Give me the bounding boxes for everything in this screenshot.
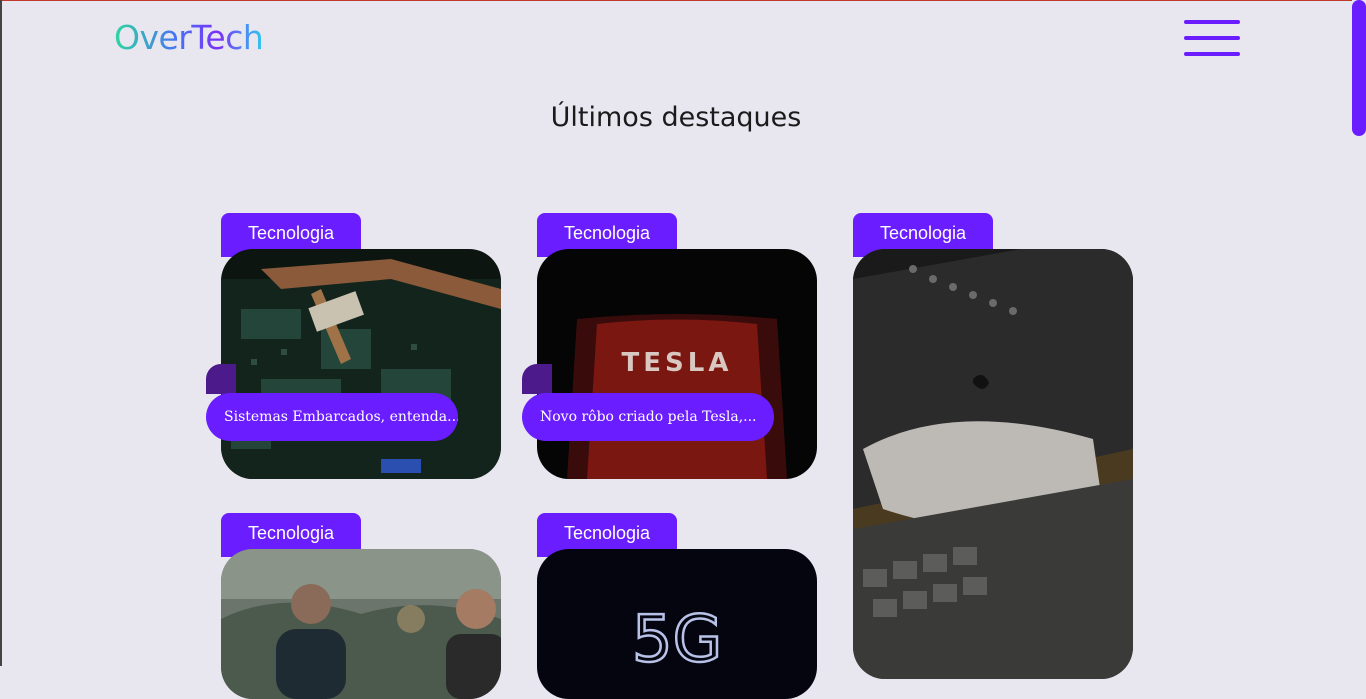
card-image-laptop[interactable] (853, 249, 1133, 679)
section-title: Últimos destaques (550, 102, 802, 133)
card-image-circuit-board[interactable] (221, 249, 501, 479)
top-border (0, 0, 1366, 1)
hamburger-menu-icon[interactable] (1184, 20, 1240, 56)
news-card[interactable]: Tecnologia (221, 513, 501, 699)
news-card[interactable]: Tecnologia 5G (537, 513, 817, 699)
tesla-logo-text: TESLA (622, 348, 733, 378)
scrollbar-thumb[interactable] (1352, 0, 1366, 136)
card-image-5g[interactable]: 5G (537, 549, 817, 699)
card-image-metaverse[interactable] (221, 549, 501, 699)
card-image-tesla[interactable]: TESLA (537, 249, 817, 479)
news-card[interactable]: Tecnologia (853, 213, 1133, 679)
card-caption[interactable]: Novo rôbo criado pela Tesla,... (522, 393, 774, 441)
news-card[interactable]: Tecnologia Sistemas Embarcados, entenda.… (206, 213, 501, 479)
news-card[interactable]: Tecnologia TESLA Novo rôbo criado pela T… (522, 213, 817, 479)
card-caption[interactable]: Sistemas Embarcados, entenda... (206, 393, 458, 441)
caption-shadow (206, 364, 236, 394)
caption-shadow (522, 364, 552, 394)
logo[interactable]: OverTech (114, 18, 264, 57)
left-border (0, 0, 2, 666)
